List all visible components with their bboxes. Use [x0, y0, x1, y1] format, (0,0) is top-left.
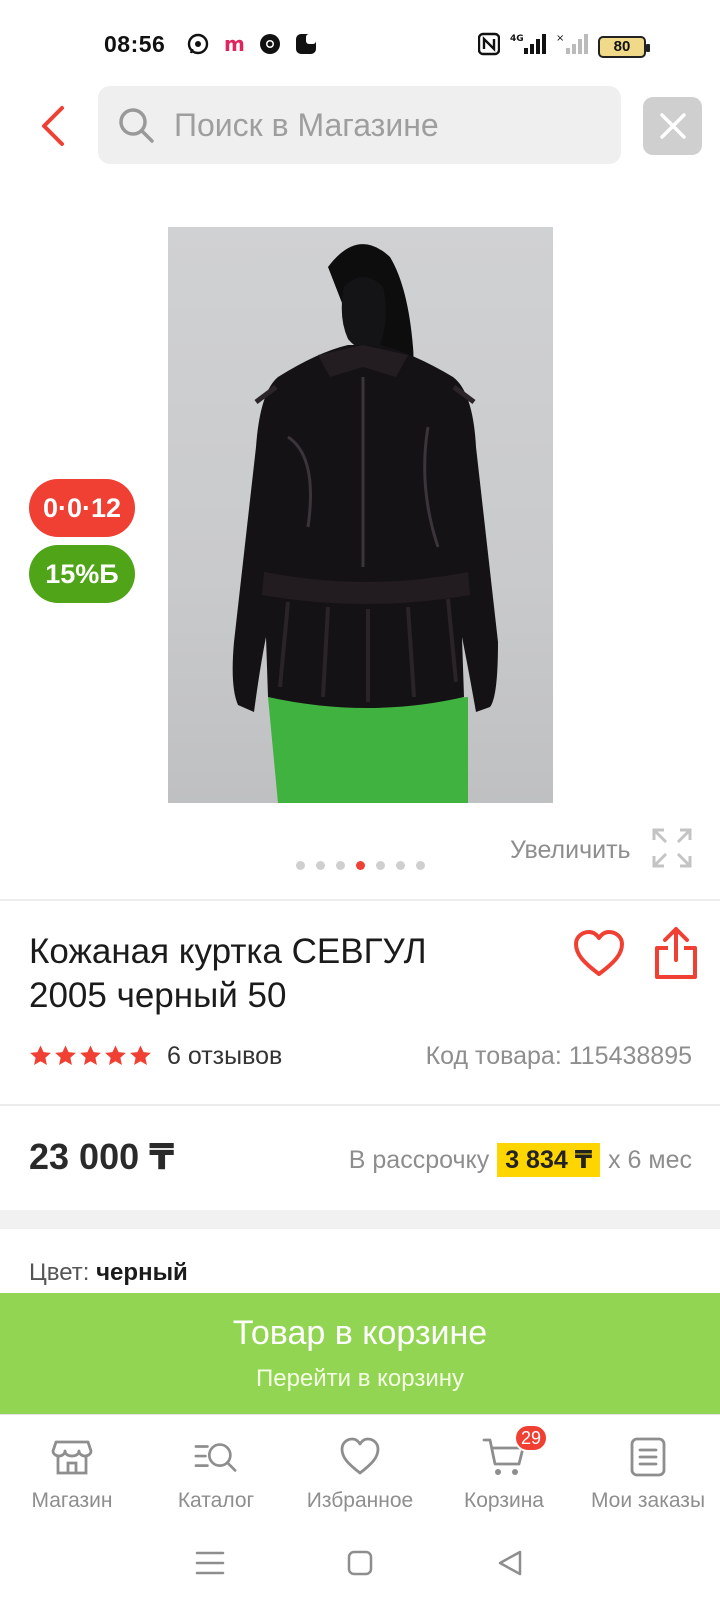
nav-label-store: Магазин	[31, 1489, 113, 1512]
installment-prefix: В рассрочку	[348, 1145, 490, 1174]
close-icon	[659, 113, 686, 139]
gallery-dot[interactable]	[316, 861, 325, 870]
home-square-icon	[347, 1550, 373, 1576]
home-button[interactable]	[340, 1543, 380, 1583]
search-input[interactable]	[174, 106, 594, 144]
star-icon	[130, 1045, 151, 1065]
gallery-dot[interactable]	[396, 861, 405, 870]
signal-4g-icon: 4G	[510, 32, 546, 61]
chevron-left-icon	[42, 106, 64, 146]
menu-icon	[195, 1551, 225, 1575]
rating-stars[interactable]	[29, 1044, 152, 1067]
gallery-dot[interactable]	[376, 861, 385, 870]
product-photo	[232, 244, 498, 803]
svg-text:m: m	[224, 32, 245, 56]
search-box[interactable]	[98, 86, 621, 164]
installment-suffix: х 6 мес	[608, 1145, 692, 1174]
signal-no-service-icon: ×	[556, 32, 588, 61]
gallery-dot[interactable]	[296, 861, 305, 870]
svg-text:×: ×	[556, 33, 564, 44]
heart-icon	[574, 930, 624, 976]
svg-text:4G: 4G	[510, 34, 524, 44]
installment-badge: 0·0·12	[29, 479, 135, 537]
go-to-cart-banner[interactable]: Товар в корзине Перейти в корзину	[0, 1293, 720, 1414]
reviews-link[interactable]: 6 отзывов	[167, 1042, 282, 1071]
share-button[interactable]	[653, 926, 699, 980]
gallery-pagination	[296, 861, 425, 870]
nav-label-cart: Корзина	[464, 1489, 544, 1512]
color-label: Цвет:	[29, 1259, 90, 1286]
price: 23 000 ₸	[29, 1136, 175, 1177]
catalog-search-icon	[194, 1435, 238, 1479]
clear-search-button[interactable]	[643, 97, 702, 155]
status-right: 4G × 80	[477, 32, 650, 61]
bonus-badge: 15%Б	[29, 545, 135, 603]
battery-icon: 80	[598, 35, 650, 58]
bottom-navigation: Магазин Каталог Избранное 29 Корзина Мои…	[0, 1414, 720, 1526]
expand-icon[interactable]	[650, 826, 694, 870]
color-row: Цвет: черный	[29, 1259, 188, 1287]
nav-item-orders[interactable]: Мои заказы	[576, 1415, 720, 1526]
nav-item-catalog[interactable]: Каталог	[144, 1415, 288, 1526]
back-system-button[interactable]	[490, 1543, 530, 1583]
cart-banner-title: Товар в корзине	[232, 1314, 488, 1352]
heart-icon	[338, 1435, 382, 1479]
gallery-dot[interactable]	[356, 861, 365, 870]
cart-banner-link[interactable]: Перейти в корзину	[256, 1365, 464, 1393]
triangle-back-icon	[498, 1550, 522, 1576]
back-button[interactable]	[30, 100, 74, 152]
nav-label-favorites: Избранное	[306, 1489, 414, 1512]
search-icon	[116, 105, 156, 145]
section-separator	[0, 1210, 720, 1229]
star-icon	[30, 1045, 51, 1065]
zoom-label[interactable]: Увеличить	[510, 836, 631, 865]
status-bar: 08:56 m 4G × 80	[0, 0, 720, 80]
star-icon	[80, 1045, 101, 1065]
battery-level: 80	[613, 38, 631, 55]
nav-label-orders: Мои заказы	[590, 1489, 706, 1512]
menu-button[interactable]	[190, 1543, 230, 1583]
store-icon	[50, 1435, 94, 1479]
chrome-icon	[258, 32, 282, 56]
divider	[0, 1104, 720, 1106]
share-icon	[655, 927, 697, 979]
installment-amount: 3 834 ₸	[497, 1143, 601, 1177]
status-time: 08:56	[104, 31, 166, 57]
cart-count-badge: 29	[514, 1424, 549, 1452]
nav-item-favorites[interactable]: Избранное	[288, 1415, 432, 1526]
whatsapp-icon	[186, 32, 210, 56]
m-app-icon: m	[222, 32, 246, 56]
installment-info[interactable]: В рассрочку 3 834 ₸ х 6 мес	[349, 1143, 692, 1177]
color-value: черный	[96, 1259, 188, 1286]
gallery-dot[interactable]	[416, 861, 425, 870]
orders-icon	[626, 1435, 670, 1479]
product-image[interactable]	[168, 227, 553, 803]
star-icon	[55, 1045, 76, 1065]
system-navigation-bar	[0, 1526, 720, 1600]
nfc-icon	[477, 32, 501, 61]
nav-label-catalog: Каталог	[177, 1489, 255, 1512]
status-app-icons: m	[186, 32, 318, 56]
nav-item-cart[interactable]: 29 Корзина	[432, 1415, 576, 1526]
star-icon	[105, 1045, 126, 1065]
favorite-button[interactable]	[573, 930, 625, 978]
product-title: Кожаная куртка СЕВГУЛ 2005 черный 50	[29, 932, 427, 1015]
product-code: Код товара: 115438895	[425, 1042, 692, 1070]
divider	[0, 899, 720, 901]
app-tile-icon	[294, 32, 318, 56]
nav-item-store[interactable]: Магазин	[0, 1415, 144, 1526]
gallery-dot[interactable]	[336, 861, 345, 870]
